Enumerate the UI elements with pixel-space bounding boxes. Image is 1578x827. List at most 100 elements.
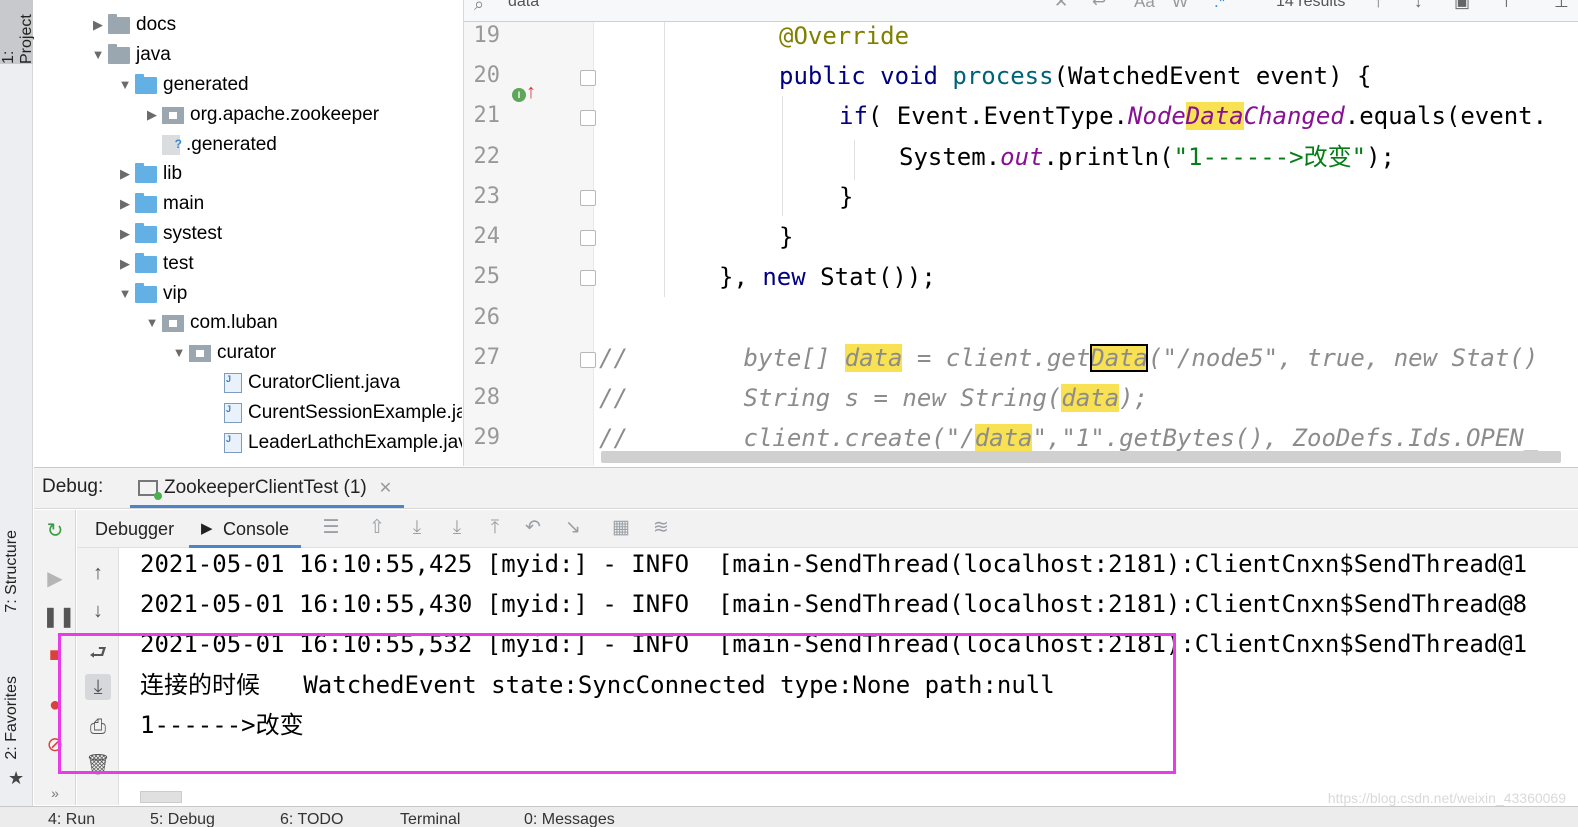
trace-icon[interactable]: ≋ [649, 516, 673, 540]
expand-arrow-icon[interactable]: ▶ [115, 249, 135, 279]
fold-marker-icon[interactable] [580, 110, 596, 126]
fold-marker-icon[interactable] [580, 190, 596, 206]
java-file-icon [224, 364, 242, 394]
filter-icon[interactable]: ⊥ [1554, 0, 1569, 12]
console-icon: ▶ [201, 520, 213, 537]
step-into-icon[interactable]: ⤓ [445, 516, 469, 540]
tree-item-docs[interactable]: ▶ docs [88, 10, 176, 40]
favorites-tool-tab-label: 2: Favorites [3, 676, 20, 760]
step-over-icon[interactable]: ⤓ [405, 516, 429, 540]
editor-horizontal-scrollbar[interactable] [601, 451, 1561, 463]
unknown-file-icon [162, 129, 182, 159]
expand-arrow-icon[interactable]: ▶ [115, 219, 135, 249]
close-icon[interactable]: ✕ [379, 478, 392, 498]
match-case-toggle[interactable]: Aa [1134, 0, 1155, 12]
previous-occurrence-icon[interactable]: ↑ [1374, 0, 1383, 12]
tree-item-dot-generated[interactable]: .generated [162, 129, 277, 160]
tab-debugger[interactable]: Debugger [83, 510, 186, 548]
tree-item-systest[interactable]: ▶ systest [115, 219, 222, 249]
tree-item-vip[interactable]: ▼ vip [115, 279, 187, 309]
code-token: ); [1366, 143, 1395, 171]
tree-item-com-luban[interactable]: ▼ com.luban [142, 308, 278, 338]
keyword-token: new [762, 263, 806, 291]
words-toggle[interactable]: W [1172, 0, 1188, 12]
tree-item-leader-latch-example[interactable]: LeaderLathchExample.java [224, 424, 462, 458]
evaluate-expression-icon[interactable]: ▦ [609, 516, 633, 540]
star-icon: ★ [8, 768, 25, 788]
tree-item-test[interactable]: ▶ test [115, 249, 194, 279]
console-line: 2021-05-01 16:10:55,430 [myid:] - INFO [… [140, 590, 1528, 618]
keyword-token: public [779, 62, 866, 90]
tree-item-lib[interactable]: ▶ lib [115, 159, 182, 189]
tree-item-generated[interactable]: ▼ generated [115, 70, 249, 100]
indent-guide [782, 96, 783, 216]
bottom-tool-bar: 4: Run 5: Debug 6: TODO Terminal 0: Mess… [0, 806, 1578, 827]
comment-token: ); [1119, 384, 1149, 412]
expand-arrow-icon[interactable]: ▶ [142, 100, 162, 130]
step-out-icon[interactable]: ⤒ [483, 516, 507, 540]
fold-marker-icon[interactable] [580, 70, 596, 86]
search-icon[interactable]: ⌕ [474, 0, 484, 15]
clear-search-icon[interactable]: ✕ [1054, 0, 1068, 12]
run-to-cursor-icon[interactable]: ↘ [561, 516, 585, 540]
tree-item-java[interactable]: ▼ java [88, 40, 171, 70]
drop-frame-icon[interactable]: ↶ [521, 516, 545, 540]
favorites-tool-tab[interactable]: 2: Favorites [3, 676, 21, 760]
layout-icon[interactable]: ☰ [319, 516, 343, 540]
code-line-25: }, new Stat()); [719, 257, 936, 297]
resume-icon[interactable]: ▶ [42, 566, 68, 592]
select-all-occurrences-icon[interactable]: ▣ [1454, 0, 1470, 12]
regex-toggle-icon[interactable]: .* [1214, 0, 1225, 12]
comment-token: = client.get [902, 344, 1091, 372]
package-icon [189, 344, 211, 362]
expand-arrow-icon[interactable]: ▶ [115, 189, 135, 219]
fold-marker-icon[interactable] [580, 270, 596, 286]
todo-tool-tab[interactable]: 6: TODO [280, 811, 343, 827]
implements-method-icon[interactable]: I [512, 88, 526, 102]
tree-item-curent-session-example[interactable]: CurentSessionExample.java [224, 394, 462, 428]
current-search-match: Data [1090, 344, 1149, 372]
fold-marker-icon[interactable] [580, 230, 596, 246]
run-tool-tab[interactable]: 4: Run [48, 811, 95, 827]
tree-item-curator-client[interactable]: CuratorClient.java [224, 364, 400, 398]
debug-tool-window-header: Debug: ZookeeperClientTest (1) ✕ [34, 467, 1578, 509]
project-tool-tab[interactable]: 1: Project [0, 0, 35, 64]
tree-item-label: java [136, 44, 171, 65]
expand-arrow-icon[interactable]: ▶ [88, 10, 108, 40]
tree-item-label: org.apache.zookeeper [190, 104, 380, 125]
collapse-arrow-icon[interactable]: ▼ [115, 279, 135, 309]
tab-console[interactable]: ▶ Console [189, 510, 302, 548]
terminal-tool-tab[interactable]: Terminal [400, 811, 460, 827]
messages-tool-tab[interactable]: 0: Messages [524, 811, 615, 827]
collapse-arrow-icon[interactable]: ▼ [88, 40, 108, 70]
debug-tool-tab[interactable]: 5: Debug [150, 811, 215, 827]
structure-tool-tab[interactable]: 7: Structure [3, 530, 21, 613]
add-occurrence-icon[interactable]: ⊤ [1499, 0, 1514, 12]
next-occurrence-icon[interactable]: ↓ [1414, 0, 1423, 12]
rerun-icon[interactable]: ↻ [42, 518, 68, 544]
editor-gutter: 19 20 21 22 23 24 25 26 27 28 29 I ↑ [464, 22, 596, 466]
pause-icon[interactable]: ❚❚ [42, 604, 76, 630]
console-horizontal-scrollbar[interactable] [140, 791, 182, 803]
search-history-icon[interactable]: ↩ [1092, 0, 1106, 12]
structure-tool-tab-label: 7: Structure [3, 530, 20, 613]
debug-session-tab[interactable]: ZookeeperClientTest (1) ✕ [130, 470, 405, 508]
show-execution-point-icon[interactable]: ⇧ [365, 516, 389, 540]
tree-item-curator[interactable]: ▼ curator [169, 338, 277, 368]
up-arrow-icon[interactable]: ↑ [85, 560, 111, 586]
tree-item-org-apache-zookeeper[interactable]: ▶ org.apache.zookeeper [142, 100, 379, 130]
fold-marker-icon[interactable] [580, 352, 596, 368]
down-arrow-icon[interactable]: ↓ [85, 598, 111, 624]
line-number: 26 [473, 305, 501, 330]
code-editor[interactable]: ⌕ data ✕ ↩ Aa W .* 14 results ↑ ↓ ▣ ⊤ ⊥ … [463, 0, 1578, 466]
collapse-arrow-icon[interactable]: ▼ [115, 70, 135, 100]
tree-item-label: vip [163, 283, 188, 304]
more-actions-icon[interactable]: » [42, 780, 68, 806]
expand-arrow-icon[interactable]: ▶ [115, 159, 135, 189]
tree-item-main[interactable]: ▶ main [115, 189, 204, 219]
collapse-arrow-icon[interactable]: ▼ [142, 308, 162, 338]
folder-icon [108, 43, 130, 64]
search-input[interactable]: data [508, 0, 539, 11]
collapse-arrow-icon[interactable]: ▼ [169, 338, 189, 368]
debug-title: Debug: [42, 476, 104, 497]
